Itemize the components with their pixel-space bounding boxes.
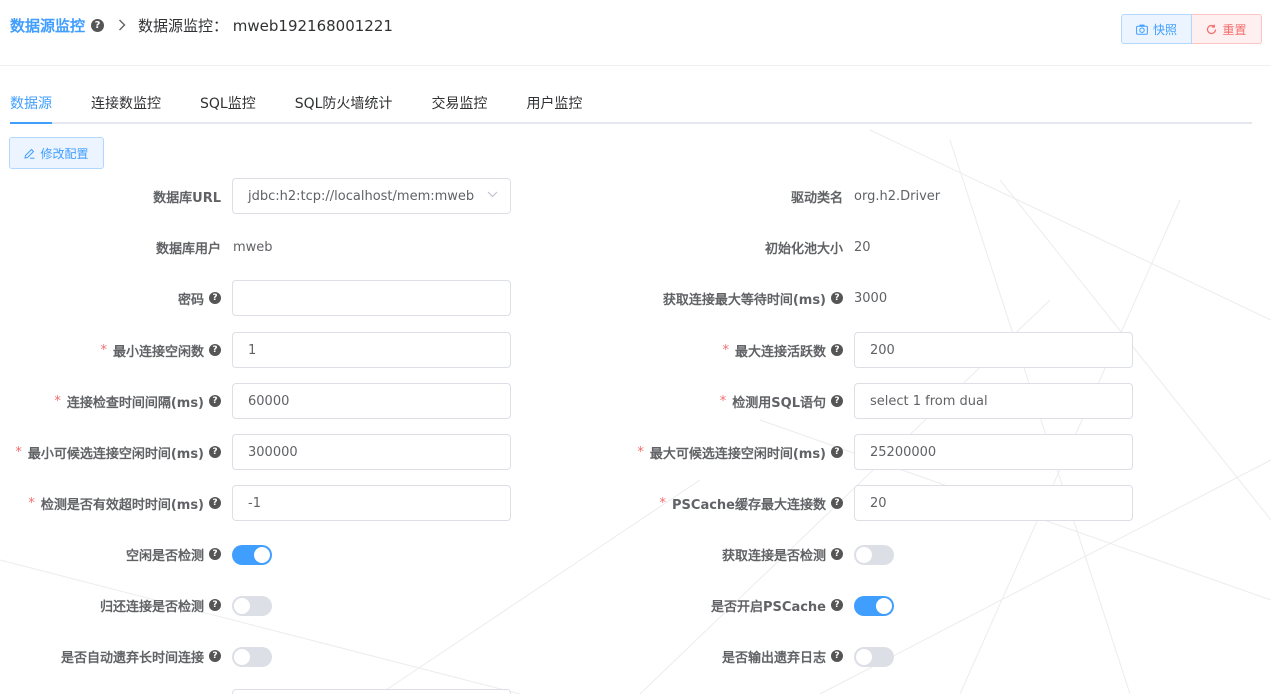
form-label: * 检测是否有效超时时间(ms)? (28, 485, 221, 521)
log-abandoned-switch[interactable] (854, 647, 894, 667)
min-idle-input[interactable]: 1 (232, 332, 511, 368)
test-return-switch[interactable] (232, 596, 272, 616)
form-label: * 最小连接空闲数? (100, 332, 221, 368)
form-label: * 连接检查时间间隔(ms)? (54, 383, 221, 419)
form-label: 数据库URL (153, 190, 221, 206)
tab-sql-monitor[interactable]: SQL监控 (200, 88, 256, 122)
max-wait-value: 3000 (854, 290, 888, 306)
form-label: * 检测用SQL语句? (720, 383, 843, 419)
form-label: 初始化池大小 (764, 241, 843, 257)
help-icon[interactable]: ? (831, 292, 843, 304)
chevron-down-icon (487, 191, 498, 198)
form-row: * 连接检查时间间隔(ms)? 60000 * 检测用SQL语句? select 1… (0, 383, 1271, 419)
remove-abandoned-switch[interactable] (232, 647, 272, 667)
next-row-input[interactable] (232, 689, 511, 694)
form-row: 数据库用户 mweb 初始化池大小 20 (0, 229, 1271, 265)
help-icon[interactable]: ? (209, 292, 221, 304)
form-label: 密码? (178, 280, 221, 316)
form-label: * 最大可候选连接空闲时间(ms)? (637, 434, 843, 470)
form-row: * 最小连接空闲数? 1 * 最大连接活跃数? 200 (0, 332, 1271, 368)
snapshot-label: 快照 (1153, 22, 1178, 37)
max-evict-input[interactable]: 25200000 (854, 434, 1133, 470)
breadcrumb-current: 数据源监控： mweb192168001221 (138, 16, 393, 35)
form-row: 密码? 获取连接最大等待时间(ms)? 3000 (0, 280, 1271, 316)
snapshot-button[interactable]: 快照 (1121, 14, 1192, 44)
header-button-group: 快照 重置 (1121, 14, 1262, 44)
form-row: 数据库URL jdbc:h2:tcp://localhost/mem:mweb … (0, 178, 1271, 214)
form-row: 是否自动遗弃长时间连接? 是否输出遗弃日志? (0, 638, 1271, 674)
tab-user-monitor[interactable]: 用户监控 (526, 88, 582, 122)
help-icon[interactable]: ? (831, 650, 843, 662)
help-icon[interactable]: ? (209, 497, 221, 509)
form-label: 是否自动遗弃长时间连接? (61, 638, 221, 674)
form-label: * PSCache缓存最大连接数? (660, 485, 843, 521)
tab-connection-monitor[interactable]: 连接数监控 (91, 88, 161, 122)
help-icon[interactable]: ? (209, 395, 221, 407)
camera-icon (1136, 24, 1148, 35)
help-icon[interactable]: ? (831, 344, 843, 356)
form-row: 空闲是否检测? 获取连接是否检测? (0, 536, 1271, 572)
edit-config-label: 修改配置 (40, 146, 89, 161)
chevron-right-icon (118, 19, 126, 31)
help-icon[interactable]: ? (831, 395, 843, 407)
breadcrumb: 数据源监控 ? 数据源监控： mweb192168001221 (10, 14, 393, 36)
form-label: 获取连接最大等待时间(ms)? (663, 280, 843, 316)
refresh-icon (1206, 24, 1217, 35)
pscache-enable-switch[interactable] (854, 596, 894, 616)
reset-button[interactable]: 重置 (1192, 14, 1262, 44)
validation-sql-input[interactable]: select 1 from dual (854, 383, 1133, 419)
form-label: 数据库用户 (155, 241, 221, 257)
db-url-select[interactable]: jdbc:h2:tcp://localhost/mem:mweb (232, 178, 511, 214)
max-active-input[interactable]: 200 (854, 332, 1133, 368)
help-icon[interactable]: ? (209, 548, 221, 560)
help-icon[interactable]: ? (209, 650, 221, 662)
form-label: 归还连接是否检测? (100, 587, 221, 623)
page-title[interactable]: 数据源监控 (10, 15, 85, 36)
test-idle-switch[interactable] (232, 545, 272, 565)
password-input[interactable] (232, 280, 511, 316)
db-url-value: jdbc:h2:tcp://localhost/mem:mweb (248, 188, 475, 204)
reset-label: 重置 (1222, 22, 1247, 37)
edit-config-button[interactable]: 修改配置 (9, 137, 104, 169)
form-row: * 检测是否有效超时时间(ms)? -1 * PSCache缓存最大连接数? 20 (0, 485, 1271, 521)
help-icon[interactable]: ? (209, 344, 221, 356)
form-label: 驱动类名 (790, 190, 843, 206)
form-label: 获取连接是否检测? (722, 536, 843, 572)
check-interval-input[interactable]: 60000 (232, 383, 511, 419)
tab-bar: 数据源 连接数监控 SQL监控 SQL防火墙统计 交易监控 用户监控 (10, 88, 1252, 124)
header: 数据源监控 ? 数据源监控： mweb192168001221 快照 重置 (0, 0, 1271, 66)
help-icon[interactable]: ? (831, 446, 843, 458)
form-label: 是否输出遗弃日志? (722, 638, 843, 674)
test-borrow-switch[interactable] (854, 545, 894, 565)
init-pool-value: 20 (854, 239, 871, 255)
form-label: 空闲是否检测? (126, 536, 221, 572)
validation-timeout-input[interactable]: -1 (232, 485, 511, 521)
form-label: * 最大连接活跃数? (722, 332, 843, 368)
form-row: * 最小可候选连接空闲时间(ms)? 300000 * 最大可候选连接空闲时间(ms… (0, 434, 1271, 470)
help-icon[interactable]: ? (209, 599, 221, 611)
help-icon[interactable]: ? (209, 446, 221, 458)
tab-datasource[interactable]: 数据源 (10, 88, 52, 124)
form-label: 是否开启PSCache? (711, 587, 843, 623)
help-icon[interactable]: ? (831, 599, 843, 611)
form-row: 归还连接是否检测? 是否开启PSCache? (0, 587, 1271, 623)
pscache-max-input[interactable]: 20 (854, 485, 1133, 521)
edit-icon (24, 148, 35, 159)
help-icon[interactable]: ? (831, 548, 843, 560)
db-user-value: mweb (233, 239, 273, 255)
page: 数据源监控 ? 数据源监控： mweb192168001221 快照 重置 数据… (0, 0, 1271, 694)
tab-sql-firewall[interactable]: SQL防火墙统计 (295, 88, 393, 122)
help-icon[interactable]: ? (91, 18, 105, 32)
min-evict-input[interactable]: 300000 (232, 434, 511, 470)
help-icon[interactable]: ? (831, 497, 843, 509)
form-label: * 最小可候选连接空闲时间(ms)? (15, 434, 221, 470)
driver-value: org.h2.Driver (854, 188, 941, 204)
tab-transaction-monitor[interactable]: 交易监控 (431, 88, 487, 122)
